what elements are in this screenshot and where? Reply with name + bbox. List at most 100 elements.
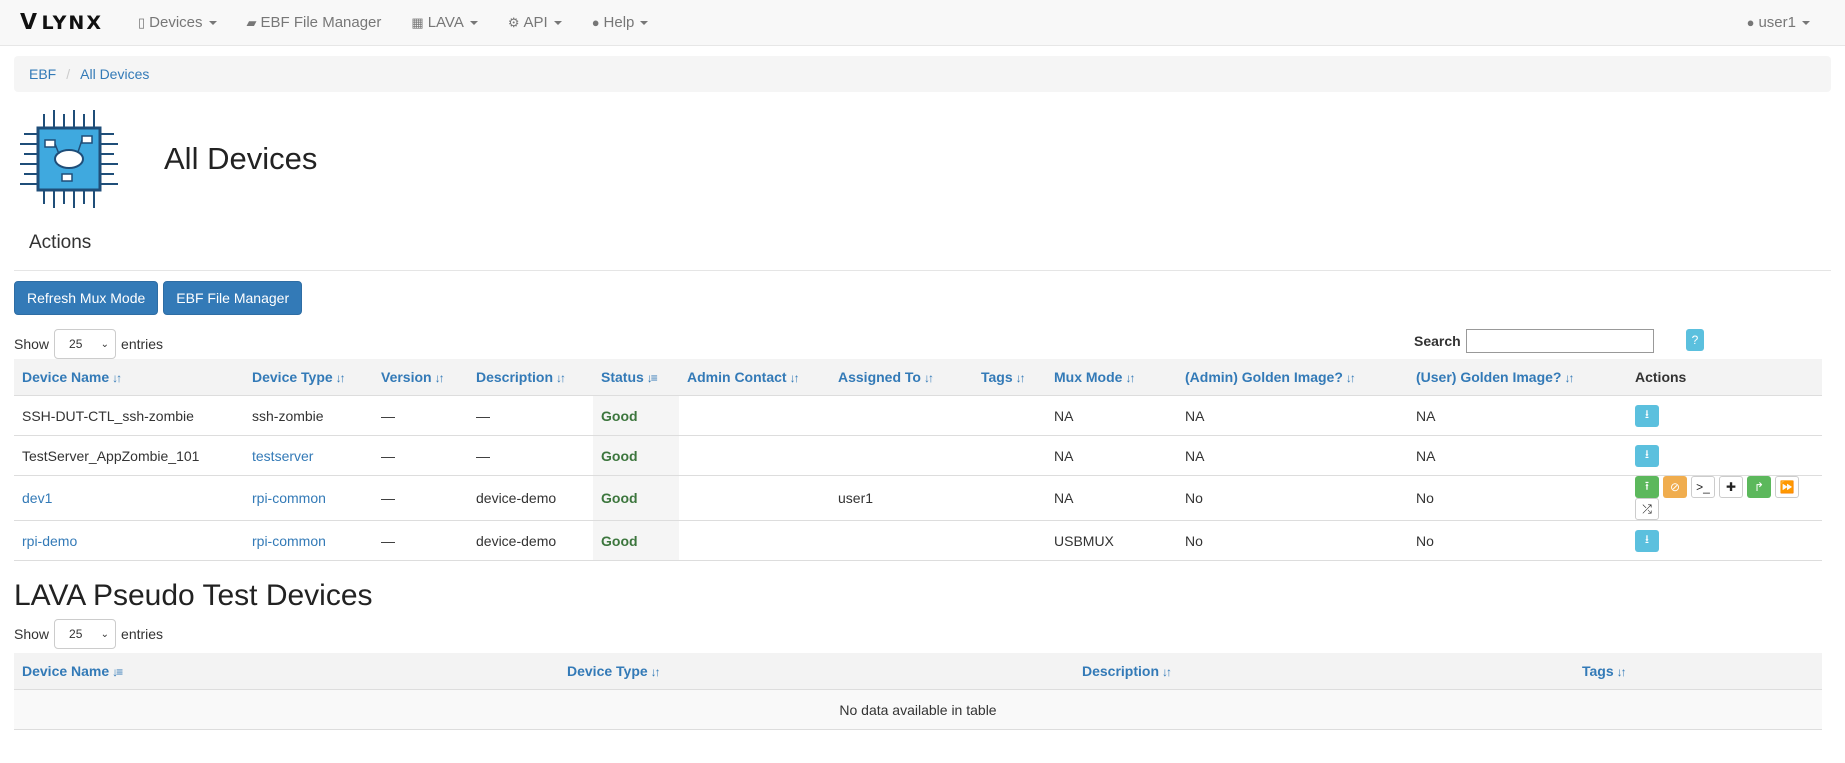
page-length-control: Show 25 ⌄ entries	[14, 619, 1831, 649]
table-row: TestServer_AppZombie_101 testserver — — …	[14, 435, 1822, 476]
assigned-to: user1	[830, 475, 973, 521]
mux-mode: USBMUX	[1046, 520, 1177, 561]
brand-logo[interactable]: ᐯ LYNX	[20, 10, 103, 35]
table-header-row: Device Name ↓↑ Device Type ↓↑ Version ↓↑ De…	[14, 359, 1822, 396]
actions-cell: ⭳	[1627, 520, 1822, 561]
page-length-value: 25	[69, 337, 83, 351]
user-menu[interactable]: ● user1	[1732, 0, 1825, 45]
col-assigned-to[interactable]: Assigned To ↓↑	[830, 359, 973, 396]
help-button[interactable]: ?	[1686, 329, 1704, 351]
entries-label: entries	[121, 626, 164, 642]
col-version[interactable]: Version ↓↑	[373, 359, 468, 396]
admin-contact	[679, 475, 830, 521]
col-status[interactable]: Status ↓≡	[593, 359, 679, 396]
sort-icon: ↓↑	[1162, 665, 1172, 679]
status-good: Good	[593, 475, 679, 521]
tags	[973, 520, 1046, 561]
table-row: dev1 rpi-common — device-demo Good user1…	[14, 475, 1822, 521]
col-tags[interactable]: Tags ↓↑	[973, 359, 1046, 396]
col-device-name[interactable]: Device Name ↓↑	[14, 359, 244, 396]
devices-table-controls: Show 25 ⌄ entries Search ?	[14, 329, 1831, 359]
actions-title: Actions	[29, 232, 92, 253]
chip-cloud-icon	[20, 110, 118, 208]
download-icon[interactable]: ⭳	[1635, 404, 1659, 427]
table-row: SSH-DUT-CTL_ssh-zombie ssh-zombie — — Go…	[14, 395, 1822, 436]
nav-lava-label: LAVA	[427, 14, 464, 31]
device-type-link[interactable]: testserver	[252, 448, 313, 464]
folder-open-icon: ▰	[246, 14, 257, 30]
search-label: Search	[1414, 333, 1461, 349]
assigned-to	[830, 395, 973, 436]
ebf-file-manager-button[interactable]: EBF File Manager	[163, 281, 303, 315]
search-control: Search	[1414, 329, 1654, 353]
user-golden-image: No	[1408, 475, 1627, 521]
nav-api[interactable]: ⚙ API	[493, 0, 577, 45]
admin-golden-image: NA	[1177, 395, 1408, 436]
device-name: SSH-DUT-CTL_ssh-zombie	[14, 395, 244, 436]
refresh-mux-mode-button[interactable]: Refresh Mux Mode	[14, 281, 159, 315]
sort-icon: ↓↑	[1616, 665, 1627, 679]
caret-down-icon	[553, 20, 562, 25]
admin-contact	[679, 395, 830, 436]
page-length-select[interactable]: 25 ⌄	[54, 329, 117, 359]
description: —	[468, 395, 593, 436]
breadcrumb-all-devices[interactable]: All Devices	[80, 66, 149, 82]
divider	[14, 270, 1831, 271]
device-name-link[interactable]: dev1	[22, 490, 52, 506]
sort-asc-icon: ↓≡	[646, 371, 658, 385]
plus-icon[interactable]: ✚	[1719, 476, 1743, 498]
chevron-down-icon: ⌄	[100, 338, 110, 350]
ban-icon[interactable]: ⊘	[1663, 476, 1687, 498]
description: —	[468, 435, 593, 476]
admin-contact	[679, 520, 830, 561]
device-type-link[interactable]: rpi-common	[252, 490, 326, 506]
user-golden-image: No	[1408, 520, 1627, 561]
user-golden-image: NA	[1408, 395, 1627, 436]
sort-icon: ↓↑	[1564, 371, 1574, 385]
nav-lava[interactable]: ▦ LAVA	[396, 0, 492, 45]
download-icon[interactable]: ⭳	[1635, 529, 1659, 552]
search-input[interactable]	[1465, 329, 1654, 353]
col-admin-contact[interactable]: Admin Contact ↓↑	[679, 359, 830, 396]
download-icon[interactable]: ⭳	[1635, 444, 1659, 467]
admin-golden-image: No	[1177, 520, 1408, 561]
status-good: Good	[593, 435, 679, 476]
col-user-golden-image[interactable]: (User) Golden Image? ↓↑	[1408, 359, 1627, 396]
col-actions: Actions	[1635, 369, 1687, 385]
lava-section-title: LAVA Pseudo Test Devices	[14, 579, 373, 612]
upload-icon[interactable]: ⭱	[1635, 476, 1659, 498]
col-description[interactable]: Description ↓↑	[468, 359, 593, 396]
empty-row: No data available in table	[14, 689, 1822, 730]
devices-icon: ▯	[138, 14, 146, 30]
sort-icon: ↓↑	[789, 371, 800, 385]
assigned-to	[830, 520, 973, 561]
random-icon[interactable]: ⤮	[1635, 498, 1659, 520]
col-admin-golden-image[interactable]: (Admin) Golden Image? ↓↑	[1177, 359, 1408, 396]
breadcrumb-ebf[interactable]: EBF	[29, 66, 56, 82]
col-device-type[interactable]: Device Type ↓↑	[559, 653, 1074, 690]
sort-icon: ↓↑	[434, 371, 445, 385]
fast-forward-icon[interactable]: ⏩	[1775, 476, 1799, 498]
device-name: TestServer_AppZombie_101	[14, 435, 244, 476]
device-name-link[interactable]: rpi-demo	[22, 533, 77, 549]
col-device-type[interactable]: Device Type ↓↑	[244, 359, 373, 396]
admin-golden-image: No	[1177, 475, 1408, 521]
empty-message: No data available in table	[14, 689, 1822, 730]
user-name: user1	[1758, 14, 1796, 31]
caret-down-icon	[1802, 20, 1810, 25]
device-type-link[interactable]: rpi-common	[252, 533, 326, 549]
nav-ebf-file-manager[interactable]: ▰ EBF File Manager	[232, 0, 397, 45]
tags	[973, 475, 1046, 521]
share-icon[interactable]: ↱	[1747, 476, 1771, 498]
nav-devices[interactable]: ▯ Devices	[123, 0, 232, 45]
terminal-icon[interactable]: >_	[1691, 476, 1715, 498]
sort-icon: ↓↑	[1345, 371, 1356, 385]
col-device-name[interactable]: Device Name ↓≡	[14, 653, 559, 690]
col-description[interactable]: Description ↓↑	[1074, 653, 1574, 690]
col-mux-mode[interactable]: Mux Mode ↓↑	[1046, 359, 1177, 396]
version: —	[373, 475, 468, 521]
nav-help[interactable]: ● Help	[577, 0, 664, 45]
col-tags[interactable]: Tags ↓↑	[1574, 653, 1822, 690]
page-length-select[interactable]: 25 ⌄	[54, 619, 117, 649]
sort-icon: ↓↑	[556, 371, 566, 385]
